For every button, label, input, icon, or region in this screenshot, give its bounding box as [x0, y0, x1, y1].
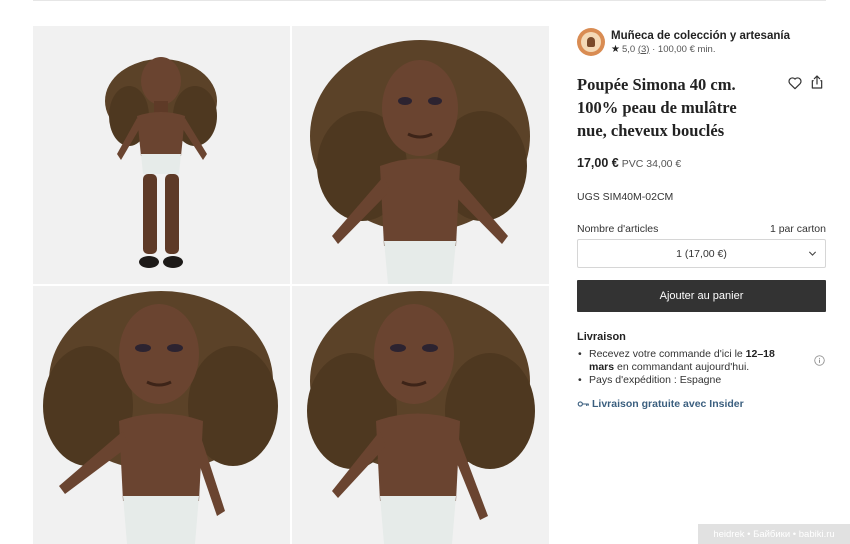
chevron-down-icon	[808, 251, 817, 256]
add-to-cart-button[interactable]: Ajouter au panier	[577, 280, 826, 312]
share-icon[interactable]	[809, 74, 825, 90]
product-image-1[interactable]	[33, 26, 290, 284]
key-icon	[577, 401, 589, 407]
per-carton: 1 par carton	[769, 223, 826, 235]
reviews-link[interactable]: (3)	[638, 43, 650, 56]
quantity-value: 1 (17,00 €)	[676, 247, 727, 260]
top-divider	[33, 0, 826, 1]
sku: UGS SIM40M-02CM	[577, 191, 674, 203]
shop-header[interactable]: Muñeca de colección y artesanía ★ 5,0 (3…	[577, 26, 826, 58]
rating-value: 5,0	[621, 43, 636, 55]
product-title: Poupée Simona 40 cm. 100% peau de mulâtr…	[577, 75, 737, 140]
shop-logo[interactable]	[577, 28, 605, 56]
insider-link[interactable]: Livraison gratuite avec Insider	[577, 398, 826, 410]
price: 17,00 €	[577, 156, 619, 170]
delivery-estimate: Recevez votre commande d'ici le 12–18 ma…	[577, 348, 797, 374]
watermark: heidrek • Байбики • babiki.ru	[698, 524, 850, 544]
quantity-label: Nombre d'articles	[577, 223, 659, 235]
product-image-4[interactable]	[292, 286, 549, 544]
product-image-2[interactable]	[292, 26, 549, 284]
minimum-order: 100,00 € min.	[657, 43, 716, 55]
quantity-select[interactable]: 1 (17,00 €)	[577, 239, 826, 268]
quantity-header: Nombre d'articles 1 par carton	[577, 223, 826, 235]
price-row: 17,00 € PVC 34,00 €	[577, 156, 826, 170]
product-panel: Muñeca de colección y artesanía ★ 5,0 (3…	[577, 26, 826, 410]
delivery-list: Recevez votre commande d'ici le 12–18 ma…	[577, 348, 826, 387]
original-price: PVC 34,00 €	[621, 158, 682, 170]
delivery-title: Livraison	[577, 331, 626, 343]
shop-name[interactable]: Muñeca de colección y artesanía	[611, 29, 790, 43]
star-icon: ★	[611, 43, 620, 55]
shop-rating: ★ 5,0 (3) · 100,00 € min.	[611, 43, 716, 56]
info-icon[interactable]	[814, 355, 825, 366]
shipping-country: Pays d'expédition : Espagne	[577, 374, 826, 387]
product-image-3[interactable]	[33, 286, 290, 544]
image-gallery	[33, 26, 549, 544]
heart-icon[interactable]	[787, 75, 803, 91]
